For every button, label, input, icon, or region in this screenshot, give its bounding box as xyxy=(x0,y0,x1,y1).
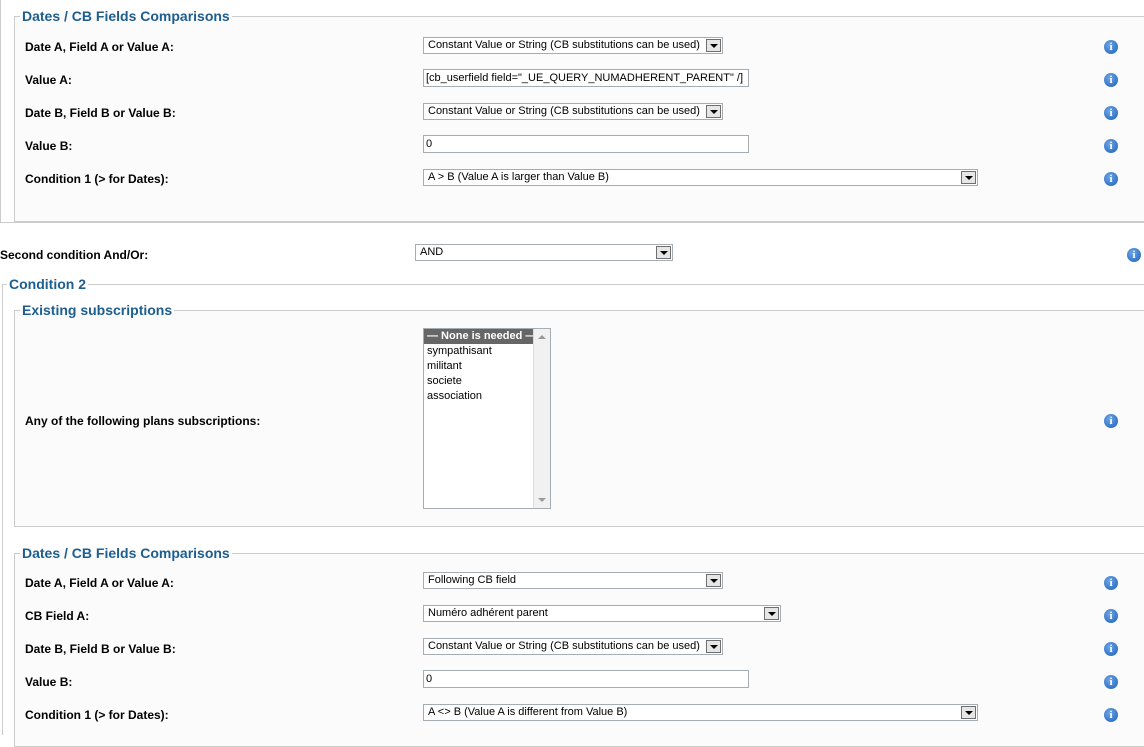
scrollbar[interactable] xyxy=(533,329,550,508)
chevron-down-icon[interactable] xyxy=(961,706,976,719)
date-b-select-1[interactable]: Constant Value or String (CB substitutio… xyxy=(423,103,723,120)
date-a-select-1[interactable]: Constant Value or String (CB substitutio… xyxy=(423,37,723,54)
chevron-up-icon[interactable] xyxy=(538,335,546,339)
divider xyxy=(2,284,3,735)
list-item[interactable]: — None is needed — xyxy=(424,329,536,344)
info-icon[interactable]: i xyxy=(1104,73,1118,87)
value-b-input-2[interactable]: 0 xyxy=(423,670,749,688)
value-b-input-1[interactable]: 0 xyxy=(423,135,749,153)
chevron-down-icon[interactable] xyxy=(706,39,721,52)
value-b-label-2: Value B: xyxy=(25,675,73,689)
list-item[interactable]: militant xyxy=(424,359,550,374)
date-a-label-1: Date A, Field A or Value A: xyxy=(25,40,174,54)
condition1-label-2: Condition 1 (> for Dates): xyxy=(25,708,169,722)
date-b-label-1: Date B, Field B or Value B: xyxy=(25,106,176,120)
date-b-label-2: Date B, Field B or Value B: xyxy=(25,642,176,656)
divider xyxy=(0,0,1,222)
info-icon[interactable]: i xyxy=(1104,642,1118,656)
info-icon[interactable]: i xyxy=(1127,248,1141,262)
comparisons-legend-2: Dates / CB Fields Comparisons xyxy=(22,545,230,561)
value-a-label-1: Value A: xyxy=(25,73,72,87)
chevron-down-icon[interactable] xyxy=(538,498,546,502)
info-icon[interactable]: i xyxy=(1104,106,1118,120)
chevron-down-icon[interactable] xyxy=(764,607,779,620)
chevron-down-icon[interactable] xyxy=(706,574,721,587)
value-a-input-1[interactable]: [cb_userfield field="_UE_QUERY_NUMADHERE… xyxy=(423,69,749,87)
subscriptions-legend: Existing subscriptions xyxy=(22,302,173,318)
condition2-legend: Condition 2 xyxy=(7,276,88,292)
chevron-down-icon[interactable] xyxy=(656,246,671,259)
second-condition-label: Second condition And/Or: xyxy=(0,248,149,262)
chevron-down-icon[interactable] xyxy=(706,105,721,118)
chevron-down-icon[interactable] xyxy=(706,640,721,653)
date-a-label-2: Date A, Field A or Value A: xyxy=(25,576,174,590)
list-item[interactable]: societe xyxy=(424,374,550,389)
condition1-select-1[interactable]: A > B (Value A is larger than Value B) xyxy=(423,169,978,186)
chevron-down-icon[interactable] xyxy=(961,171,976,184)
info-icon[interactable]: i xyxy=(1104,414,1118,428)
plans-label: Any of the following plans subscriptions… xyxy=(25,414,261,428)
condition1-label-1: Condition 1 (> for Dates): xyxy=(25,172,169,186)
info-icon[interactable]: i xyxy=(1104,172,1118,186)
list-item[interactable]: sympathisant xyxy=(424,344,550,359)
info-icon[interactable]: i xyxy=(1104,139,1118,153)
comparisons-legend-1: Dates / CB Fields Comparisons xyxy=(22,8,230,24)
list-item[interactable]: association xyxy=(424,389,550,404)
divider xyxy=(2,284,1144,285)
date-b-select-2[interactable]: Constant Value or String (CB substitutio… xyxy=(423,638,723,655)
info-icon[interactable]: i xyxy=(1104,576,1118,590)
info-icon[interactable]: i xyxy=(1104,40,1118,54)
date-a-select-2[interactable]: Following CB field xyxy=(423,572,723,589)
plans-listbox[interactable]: — None is needed — sympathisant militant… xyxy=(423,328,551,509)
value-b-label-1: Value B: xyxy=(25,139,73,153)
cb-field-a-label: CB Field A: xyxy=(25,609,90,623)
info-icon[interactable]: i xyxy=(1104,708,1118,722)
info-icon[interactable]: i xyxy=(1104,609,1118,623)
divider xyxy=(0,222,1144,223)
second-condition-select[interactable]: AND xyxy=(415,244,673,261)
condition1-select-2[interactable]: A <> B (Value A is different from Value … xyxy=(423,704,978,721)
info-icon[interactable]: i xyxy=(1104,675,1118,689)
cb-field-a-select[interactable]: Numéro adhérent parent xyxy=(423,605,781,622)
